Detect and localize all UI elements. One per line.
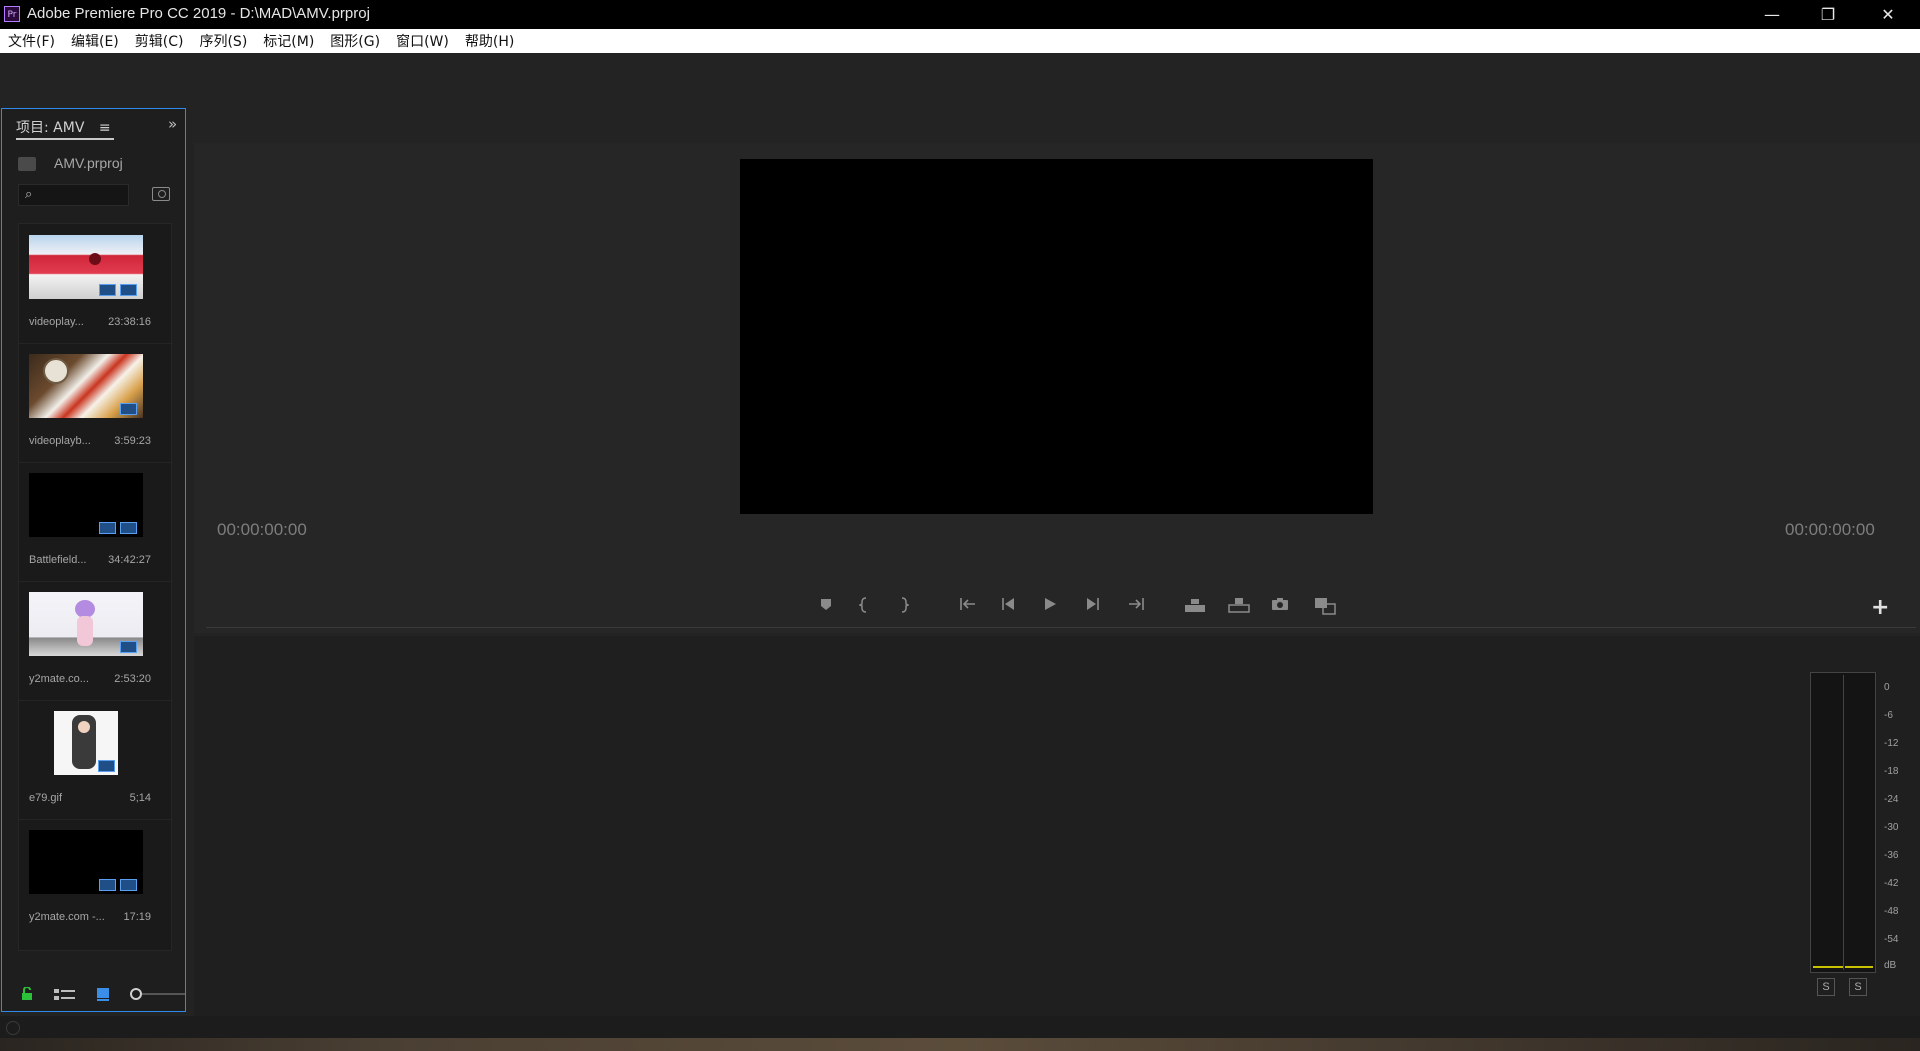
step-forward-icon[interactable] xyxy=(1086,597,1100,611)
status-icon xyxy=(6,1021,20,1035)
solo-left-button[interactable]: S xyxy=(1817,978,1835,996)
clip-duration: 3:59:23 xyxy=(114,435,151,447)
audio-badge-icon xyxy=(120,284,137,296)
clip-name: y2mate.com -... xyxy=(29,911,105,923)
expand-panels-icon[interactable]: » xyxy=(168,115,177,133)
clip-duration: 5;14 xyxy=(129,792,151,804)
project-folder-icon xyxy=(18,157,36,171)
search-icon: ⌕ xyxy=(25,187,33,202)
peak-line xyxy=(1813,966,1843,968)
meter-channel-left xyxy=(1813,675,1844,970)
menu-window[interactable]: 窗口(W) xyxy=(388,31,457,51)
tab-underline xyxy=(16,138,114,140)
peak-line xyxy=(1845,966,1873,968)
lock-icon[interactable] xyxy=(20,987,34,1001)
monitor-scrub-bar[interactable] xyxy=(206,627,1916,628)
video-badge-icon xyxy=(98,760,115,772)
play-icon[interactable] xyxy=(1043,597,1057,611)
status-bar xyxy=(0,1016,1920,1038)
menu-bar: 文件(F) 编辑(E) 剪辑(C) 序列(S) 标记(M) 图形(G) 窗口(W… xyxy=(0,29,1920,53)
meter-channel-right xyxy=(1845,675,1873,970)
find-in-bin-icon[interactable] xyxy=(152,187,170,201)
menu-file[interactable]: 文件(F) xyxy=(0,31,63,51)
clip-name: videoplayb... xyxy=(29,435,91,447)
project-footer xyxy=(2,979,185,1009)
export-frame-icon[interactable] xyxy=(1271,597,1289,611)
playhead-timecode[interactable]: 00:00:00:00 xyxy=(217,520,307,540)
video-badge-icon xyxy=(99,879,116,891)
window-title: Adobe Premiere Pro CC 2019 - D:\MAD\AMV.… xyxy=(27,5,370,22)
lift-icon[interactable] xyxy=(1184,597,1206,613)
clip-duration: 34:42:27 xyxy=(108,554,151,566)
timeline-panel xyxy=(194,636,1920,1016)
db-label: -48 xyxy=(1884,906,1899,917)
minimize-button[interactable]: — xyxy=(1744,0,1800,29)
audio-meter: 0 -6 -12 -18 -24 -30 -36 -42 -48 -54 dB … xyxy=(1793,655,1899,1013)
db-label: -54 xyxy=(1884,934,1899,945)
clip-list: videoplay... 23:38:16 videoplayb... 3:59… xyxy=(18,223,173,951)
menu-clip[interactable]: 剪辑(C) xyxy=(127,31,192,51)
mark-out-icon[interactable] xyxy=(899,597,909,613)
db-label: -12 xyxy=(1884,738,1899,749)
project-tab[interactable]: 项目: AMV ≡ xyxy=(16,117,111,137)
db-label: -30 xyxy=(1884,822,1899,833)
project-file-name: AMV.prproj xyxy=(54,155,123,171)
solo-right-button[interactable]: S xyxy=(1849,978,1867,996)
audio-badge-icon xyxy=(120,522,137,534)
db-label: dB xyxy=(1884,960,1897,971)
icon-view-icon[interactable] xyxy=(96,987,110,1001)
marker-icon[interactable] xyxy=(819,597,833,611)
clip-duration: 23:38:16 xyxy=(108,316,151,328)
duration-timecode: 00:00:00:00 xyxy=(1785,520,1875,539)
db-label: -36 xyxy=(1884,850,1899,861)
premiere-logo-icon: Pr xyxy=(4,6,20,22)
panel-menu-icon[interactable]: ≡ xyxy=(99,120,111,136)
video-preview[interactable] xyxy=(740,159,1373,514)
clip-duration: 17:19 xyxy=(123,911,151,923)
clip-name: Battlefield... xyxy=(29,554,87,566)
desktop-strip xyxy=(0,1038,1920,1051)
go-to-out-icon[interactable] xyxy=(1127,597,1145,611)
extract-icon[interactable] xyxy=(1228,597,1250,613)
list-view-icon[interactable] xyxy=(54,988,76,1001)
menu-graphics[interactable]: 图形(G) xyxy=(322,31,388,51)
db-label: -6 xyxy=(1884,710,1893,721)
db-label: 0 xyxy=(1884,682,1890,693)
project-tab-label: 项目: AMV xyxy=(16,120,85,136)
project-panel: 项目: AMV ≡ » AMV.prproj ⌕ videoplay... 23… xyxy=(1,108,186,1012)
audio-badge-icon xyxy=(120,403,137,415)
restore-button[interactable]: ❐ xyxy=(1800,0,1856,29)
add-button[interactable]: + xyxy=(1871,595,1889,620)
meter-box xyxy=(1810,672,1876,973)
menu-help[interactable]: 帮助(H) xyxy=(457,31,522,51)
step-back-icon[interactable] xyxy=(1001,597,1015,611)
zoom-slider[interactable] xyxy=(130,987,185,1001)
db-label: -24 xyxy=(1884,794,1899,805)
menu-sequence[interactable]: 序列(S) xyxy=(191,31,255,51)
close-button[interactable]: ✕ xyxy=(1860,0,1916,29)
compare-icon[interactable] xyxy=(1314,597,1336,615)
menu-edit[interactable]: 编辑(E) xyxy=(63,31,127,51)
audio-badge-icon xyxy=(120,641,137,653)
menu-markers[interactable]: 标记(M) xyxy=(255,31,322,51)
clip-name: y2mate.co... xyxy=(29,673,89,685)
go-to-in-icon[interactable] xyxy=(959,597,977,611)
clip-name: e79.gif xyxy=(29,792,63,804)
video-badge-icon xyxy=(99,522,116,534)
db-label: -42 xyxy=(1884,878,1899,889)
db-label: -18 xyxy=(1884,766,1899,777)
clip-duration: 2:53:20 xyxy=(114,673,151,685)
search-input[interactable]: ⌕ xyxy=(18,184,129,206)
program-monitor: 00:00:00:00 00:00:00:00 + xyxy=(194,143,1920,633)
video-badge-icon xyxy=(99,284,116,296)
title-bar: Pr Adobe Premiere Pro CC 2019 - D:\MAD\A… xyxy=(0,0,1920,29)
mark-in-icon[interactable] xyxy=(859,597,869,613)
audio-badge-icon xyxy=(120,879,137,891)
clip-name: videoplay... xyxy=(29,316,84,328)
